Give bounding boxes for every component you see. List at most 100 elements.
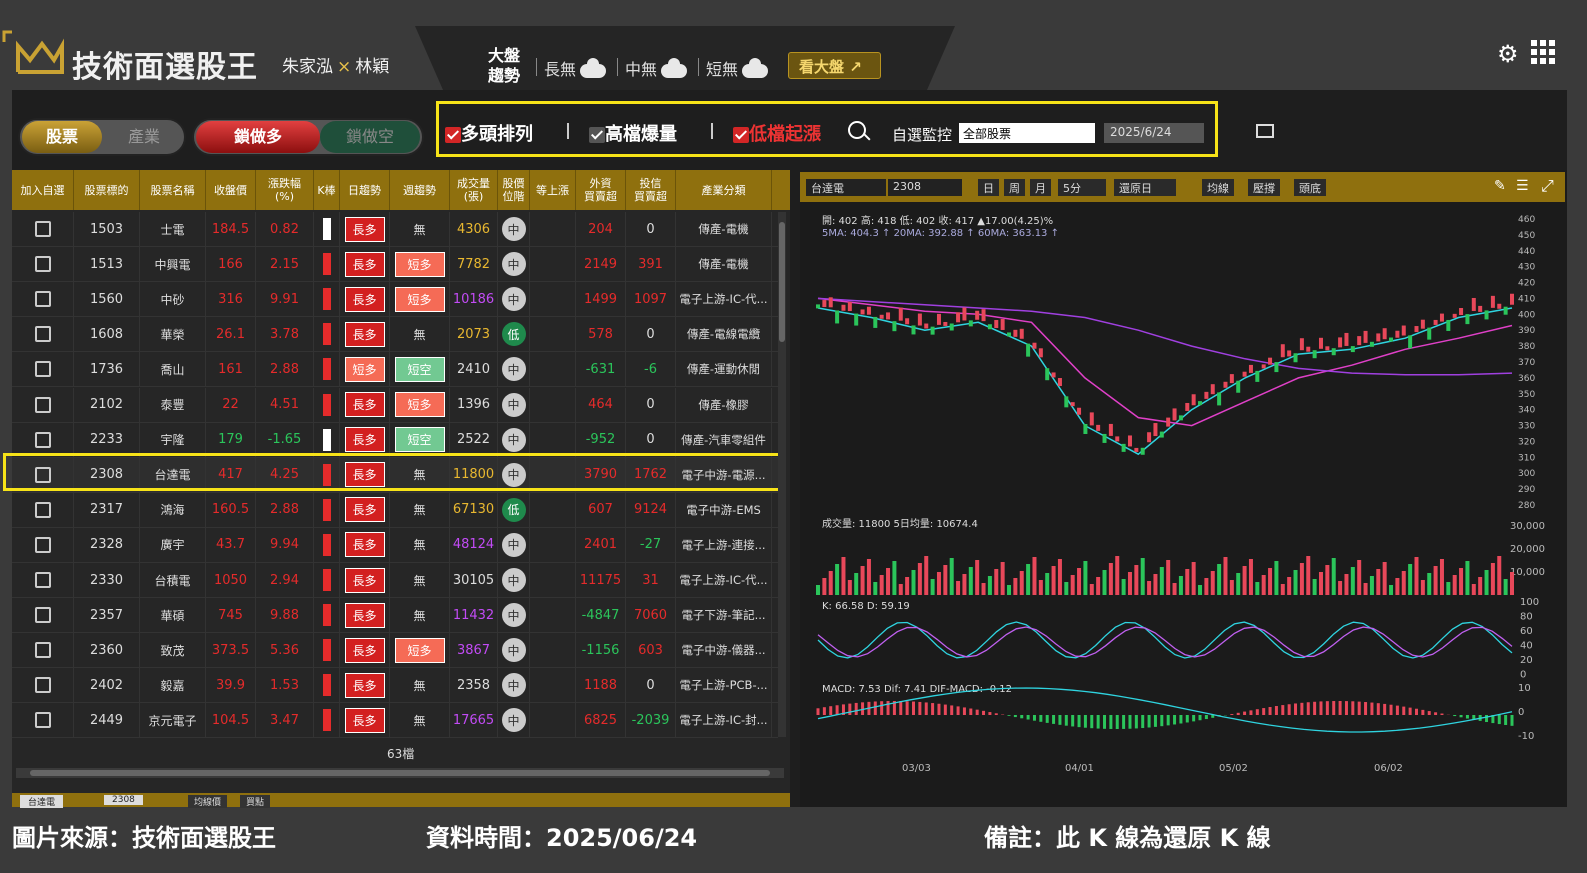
stock-code[interactable]: 1513	[74, 247, 140, 282]
table-row[interactable]: 1736 喬山 161 2.88 短多 短空 2410 中 -631 -6 傳產-運動休閒	[12, 352, 778, 388]
stock-code[interactable]: 2360	[74, 633, 140, 668]
checkbox-checked[interactable]	[733, 127, 749, 143]
column-header[interactable]: 股票標的	[74, 170, 140, 210]
table-row[interactable]: 1608 華榮 26.1 3.78 長多 無 2073 低 578 0 傳產-電線電纜	[12, 317, 778, 353]
column-header[interactable]: 外資 買賣超	[576, 170, 626, 210]
checkbox-checked[interactable]	[589, 127, 605, 143]
btn-head[interactable]: 頭底	[1294, 179, 1326, 196]
add-watch-checkbox[interactable]	[34, 572, 51, 588]
chart-stock-name[interactable]: 台達電	[806, 179, 886, 196]
stock-name[interactable]: 致茂	[140, 633, 206, 668]
table-row[interactable]: 1513 中興電 166 2.15 長多 短多 7782 中 2149 391 傳產-電機	[12, 247, 778, 283]
stock-name[interactable]: 宇隆	[140, 422, 206, 457]
table-row[interactable]: 2357 華碩 745 9.88 長多 無 11432 中 -4847 7060 電子下游-筆記..…	[12, 598, 778, 634]
stock-code[interactable]: 2328	[74, 527, 140, 562]
stock-name[interactable]: 京元電子	[140, 703, 206, 738]
bottom-buy-button[interactable]: 買點	[240, 795, 271, 808]
stock-name[interactable]: 中興電	[140, 247, 206, 282]
stock-code[interactable]: 2102	[74, 387, 140, 422]
table-row[interactable]: 2330 台積電 1050 2.94 長多 無 30105 中 11175 31 電子上游-IC-代…	[12, 563, 778, 598]
date-select[interactable]: 2025/6/24	[1104, 123, 1204, 143]
btn-press[interactable]: 壓撐	[1248, 179, 1280, 196]
stock-code[interactable]: 1560	[74, 282, 140, 317]
stock-code[interactable]: 2233	[74, 422, 140, 457]
tab-stock[interactable]: 股票	[22, 121, 102, 153]
stock-code[interactable]: 2317	[74, 492, 140, 527]
filter-low-rise[interactable]: 低檔起漲	[733, 120, 821, 146]
table-row[interactable]: 1560 中砂 316 9.91 長多 短多 10186 中 1499 1097 電子上游-IC-代…	[12, 282, 778, 318]
stock-code[interactable]: 1503	[74, 212, 140, 246]
stock-name[interactable]: 士電	[140, 212, 206, 246]
table-row[interactable]: 2402 毅嘉 39.9 1.53 長多 無 2358 中 1188 0 電子上游-PCB-...	[12, 668, 778, 704]
stock-code[interactable]: 2357	[74, 598, 140, 633]
add-watch-checkbox[interactable]	[34, 221, 51, 237]
add-watch-checkbox[interactable]	[34, 642, 51, 659]
add-watch-checkbox[interactable]	[34, 256, 51, 273]
search-icon[interactable]	[848, 121, 866, 139]
table-row[interactable]: 1503 士電 184.5 0.82 長多 無 4306 中 204 0 傳產-電機	[12, 212, 778, 247]
bottom-avg-button[interactable]: 均線價	[188, 795, 228, 808]
tab-industry[interactable]: 產業	[105, 121, 183, 153]
add-watch-checkbox[interactable]	[34, 536, 51, 553]
table-row[interactable]: 2449 京元電子 104.5 3.47 長多 無 17665 中 6825 -2039 電子上游-…	[12, 703, 778, 739]
stock-name[interactable]: 華榮	[140, 317, 206, 352]
chart-stock-code[interactable]: 2308	[888, 179, 962, 196]
add-watch-checkbox[interactable]	[34, 291, 51, 308]
column-header[interactable]: 股價 位階	[498, 170, 530, 210]
stock-code[interactable]: 2402	[74, 668, 140, 703]
stock-name[interactable]: 毅嘉	[140, 668, 206, 703]
interval-select[interactable]: 5分	[1058, 179, 1106, 196]
stock-name[interactable]: 台積電	[140, 563, 206, 597]
restore-select[interactable]: 還原日	[1114, 179, 1176, 196]
column-header[interactable]: 成交量 (張)	[450, 170, 498, 210]
table-row[interactable]: 2328 廣宇 43.7 9.94 長多 無 48124 中 2401 -27 電子上游-連接...	[12, 527, 778, 563]
add-watch-checkbox[interactable]	[34, 677, 51, 694]
gear-icon[interactable]: ⚙	[1497, 40, 1519, 68]
column-header[interactable]: 等上漲	[530, 170, 576, 210]
stock-code[interactable]: 2449	[74, 703, 140, 738]
stock-name[interactable]: 泰豐	[140, 387, 206, 422]
bottom-code[interactable]: 2308	[104, 795, 143, 805]
btn-month[interactable]: 月	[1030, 179, 1051, 196]
tab-long[interactable]: 鎖做多	[196, 121, 320, 153]
stock-name[interactable]: 喬山	[140, 352, 206, 387]
table-row[interactable]: 2102 泰豐 22 4.51 長多 短多 1396 中 464 0 傳產-橡膠	[12, 387, 778, 423]
column-header[interactable]: 漲跌幅 (%)	[256, 170, 314, 210]
filter-high-volume[interactable]: 高檔爆量	[589, 120, 677, 146]
horizontal-scrollbar[interactable]	[16, 768, 784, 778]
column-header[interactable]: K棒	[314, 170, 340, 210]
add-watch-checkbox[interactable]	[34, 607, 51, 624]
column-header[interactable]: 股票名稱	[140, 170, 206, 210]
add-watch-checkbox[interactable]	[34, 712, 51, 729]
filter-bull-alignment[interactable]: 多頭排列	[445, 120, 533, 146]
column-header[interactable]: 加入自選	[12, 170, 74, 210]
expand-icon[interactable]: ⤢	[1541, 176, 1554, 196]
add-watch-checkbox[interactable]	[34, 501, 51, 518]
pencil-icon[interactable]: ✎	[1494, 178, 1506, 194]
table-row[interactable]: 2317 鴻海 160.5 2.88 長多 無 67130 低 607 9124 電子中游-EMS	[12, 492, 778, 528]
column-header[interactable]: 產業分類	[676, 170, 772, 210]
map-icon[interactable]	[1256, 124, 1274, 138]
bottom-stock[interactable]: 台達電	[20, 795, 64, 808]
column-header[interactable]: 週趨勢	[390, 170, 450, 210]
add-watch-checkbox[interactable]	[34, 431, 51, 448]
checkbox-checked[interactable]	[445, 127, 461, 143]
settings-sliders-icon[interactable]: ☰	[1516, 178, 1529, 194]
table-row[interactable]: 2360 致茂 373.5 5.36 長多 短多 3867 中 -1156 603 電子中游-儀器.…	[12, 633, 778, 669]
add-watch-checkbox[interactable]	[34, 361, 51, 378]
btn-week[interactable]: 周	[1004, 179, 1025, 196]
stock-code[interactable]: 1608	[74, 317, 140, 352]
app-grid-icon[interactable]	[1531, 40, 1555, 64]
stock-name[interactable]: 華碩	[140, 598, 206, 633]
add-watch-checkbox[interactable]	[34, 396, 51, 413]
view-market-button[interactable]: 看大盤 ↗	[788, 52, 881, 79]
btn-day[interactable]: 日	[978, 179, 999, 196]
stock-name[interactable]: 鴻海	[140, 492, 206, 527]
add-watch-checkbox[interactable]	[34, 326, 51, 343]
stock-code[interactable]: 1736	[74, 352, 140, 387]
column-header[interactable]: 收盤價	[206, 170, 256, 210]
vertical-scrollbar[interactable]	[778, 212, 786, 737]
stock-name[interactable]: 廣宇	[140, 527, 206, 562]
btn-avg[interactable]: 均線	[1202, 179, 1234, 196]
column-header[interactable]: 日趨勢	[340, 170, 390, 210]
